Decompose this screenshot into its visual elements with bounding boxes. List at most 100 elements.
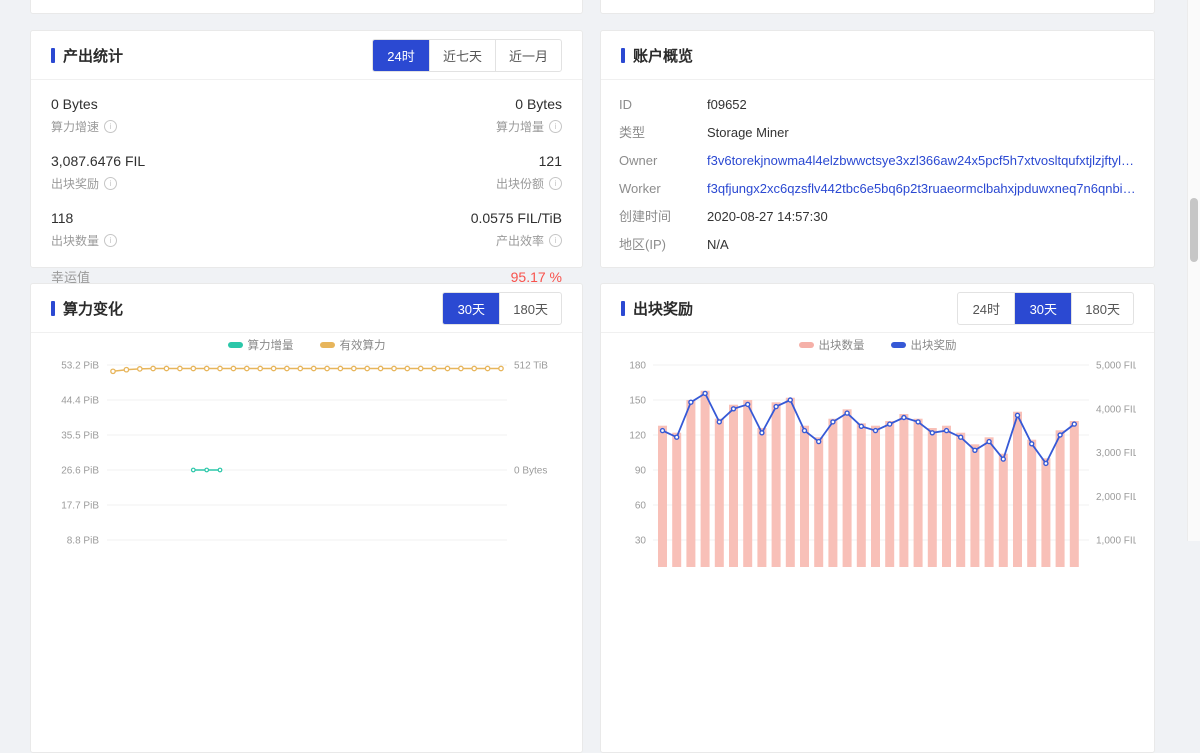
info-icon[interactable]: i [549, 177, 562, 190]
page-scrollbar-track[interactable] [1187, 0, 1200, 541]
stat-value: 0 Bytes [496, 96, 562, 112]
power-change-header: 算力变化 30天 180天 [31, 284, 582, 333]
svg-text:60: 60 [635, 501, 647, 512]
info-icon[interactable]: i [549, 120, 562, 133]
legend-block-rewards[interactable]: 出块奖励 [891, 337, 957, 353]
svg-text:120: 120 [629, 431, 646, 442]
output-stats-header: 产出统计 24时 近七天 近一月 [31, 31, 582, 80]
legend-block-count[interactable]: 出块数量 [799, 337, 865, 353]
tab-7d[interactable]: 近七天 [429, 40, 495, 71]
rewards-chart-legend: 出块数量 出块奖励 [621, 337, 1134, 353]
account-row-owner: Owner f3v6torekjnowma4l4elzbwwctsye3xzl3… [619, 153, 1136, 168]
legend-swatch [891, 342, 906, 348]
rewards-range-tabs: 24时 30天 180天 [957, 292, 1134, 325]
account-row-region: 地区(IP) N/A [619, 237, 1136, 252]
region-ip-value: N/A [707, 237, 729, 252]
stat-value: 118 [51, 210, 117, 226]
svg-text:512 TiB: 512 TiB [514, 361, 548, 372]
block-rewards-title-text: 出块奖励 [633, 298, 693, 319]
miner-id-value: f09652 [707, 97, 747, 112]
stat-value: 0 Bytes [51, 96, 117, 112]
account-row-type: 类型 Storage Miner [619, 125, 1136, 140]
account-overview-title-text: 账户概览 [633, 45, 693, 66]
account-overview-header: 账户概览 [601, 31, 1154, 80]
info-icon[interactable]: i [104, 177, 117, 190]
tab-24h[interactable]: 24时 [958, 293, 1014, 324]
owner-address-link[interactable]: f3v6torekjnowma4l4elzbwwctsye3xzl366aw24… [707, 153, 1136, 168]
partial-cards-row [30, 0, 1155, 14]
power-change-title-text: 算力变化 [63, 298, 123, 319]
legend-power-increment[interactable]: 算力增量 [228, 337, 294, 353]
account-overview-title: 账户概览 [621, 45, 693, 66]
page-scrollbar-thumb[interactable] [1190, 198, 1198, 262]
stat-output-efficiency: 0.0575 FIL/TiB 产出效率 i [471, 210, 562, 249]
power-chart-legend: 算力增量 有效算力 [51, 337, 562, 353]
rewards-chart-body: 出块数量 出块奖励 1801501209060305,000 FIL4,000 … [601, 333, 1154, 572]
svg-text:0 Bytes: 0 Bytes [514, 466, 547, 477]
legend-swatch [320, 342, 335, 348]
svg-text:180: 180 [629, 361, 646, 372]
stat-label: 产出效率 [496, 232, 544, 249]
power-change-card: 算力变化 30天 180天 算力增量 有效算力 [30, 283, 583, 753]
card-partial-top-right [600, 0, 1155, 14]
tab-30d[interactable]: 30天 [443, 293, 499, 324]
tab-30d[interactable]: 近一月 [495, 40, 561, 71]
account-row-id: ID f09652 [619, 97, 1136, 112]
tab-180d[interactable]: 180天 [1071, 293, 1133, 324]
stat-label: 算力增速 [51, 118, 99, 135]
legend-label: 算力增量 [248, 337, 294, 353]
legend-label: 出块奖励 [911, 337, 957, 353]
stat-label: 出块数量 [51, 232, 99, 249]
power-chart: 53.2 PiB44.4 PiB35.5 PiB26.6 PiB17.7 PiB… [51, 355, 562, 572]
tab-30d[interactable]: 30天 [1014, 293, 1071, 324]
legend-effective-power[interactable]: 有效算力 [320, 337, 386, 353]
svg-text:53.2 PiB: 53.2 PiB [61, 361, 99, 372]
stat-power-increment: 0 Bytes 算力增量 i [496, 96, 562, 135]
legend-swatch [799, 342, 814, 348]
svg-text:8.8 PiB: 8.8 PiB [67, 536, 100, 547]
output-stats-title: 产出统计 [51, 45, 123, 66]
output-stats-range-tabs: 24时 近七天 近一月 [372, 39, 562, 72]
stat-block-rewards: 3,087.6476 FIL 出块奖励i [51, 153, 145, 192]
block-rewards-card: 出块奖励 24时 30天 180天 出块数量 出块奖励 [600, 283, 1155, 753]
account-row-worker: Worker f3qfjungx2xc6qzsflv442tbc6e5bq6p2… [619, 181, 1136, 196]
info-icon[interactable]: i [549, 234, 562, 247]
account-overview-card: 账户概览 ID f09652 类型 Storage Miner Owner f3… [600, 30, 1155, 268]
output-stats-card: 产出统计 24时 近七天 近一月 0 Bytes 算力增速 i 0 Bytes [30, 30, 583, 268]
svg-text:44.4 PiB: 44.4 PiB [61, 396, 99, 407]
miner-type-value: Storage Miner [707, 125, 789, 140]
tab-24h[interactable]: 24时 [373, 40, 429, 71]
stat-block-share: 121 出块份额 i [496, 153, 562, 192]
svg-text:150: 150 [629, 396, 646, 407]
stat-block-count: 118 出块数量 i [51, 210, 117, 249]
tab-180d[interactable]: 180天 [499, 293, 561, 324]
account-label: Owner [619, 153, 707, 168]
stat-value: 121 [496, 153, 562, 169]
row-summary: 产出统计 24时 近七天 近一月 0 Bytes 算力增速 i 0 Bytes [30, 30, 1155, 268]
svg-text:90: 90 [635, 466, 647, 477]
worker-address-link[interactable]: f3qfjungx2xc6qzsflv442tbc6e5bq6p2t3ruaeo… [707, 181, 1136, 196]
svg-text:4,000 FIL: 4,000 FIL [1096, 404, 1136, 415]
svg-text:2,000 FIL: 2,000 FIL [1096, 492, 1136, 503]
card-partial-top-left [30, 0, 583, 14]
svg-text:17.7 PiB: 17.7 PiB [61, 501, 99, 512]
legend-label: 有效算力 [340, 337, 386, 353]
account-row-created: 创建时间 2020-08-27 14:57:30 [619, 209, 1136, 224]
svg-text:3,000 FIL: 3,000 FIL [1096, 448, 1136, 459]
info-icon[interactable]: i [104, 234, 117, 247]
info-icon[interactable]: i [104, 120, 117, 133]
block-rewards-header: 出块奖励 24时 30天 180天 [601, 284, 1154, 333]
svg-text:35.5 PiB: 35.5 PiB [61, 431, 99, 442]
power-range-tabs: 30天 180天 [442, 292, 562, 325]
stat-label: 算力增量 [496, 118, 544, 135]
svg-text:30: 30 [635, 536, 647, 547]
created-time-value: 2020-08-27 14:57:30 [707, 209, 828, 224]
stat-label: 出块奖励 [51, 175, 99, 192]
stat-value: 0.0575 FIL/TiB [471, 210, 562, 226]
account-label: 创建时间 [619, 209, 707, 224]
stat-label: 出块份额 [496, 175, 544, 192]
stat-power-growth-rate: 0 Bytes 算力增速 i [51, 96, 117, 135]
stat-row: 3,087.6476 FIL 出块奖励i 121 出块份额i [51, 153, 562, 192]
legend-label: 出块数量 [819, 337, 865, 353]
stat-row: 0 Bytes 算力增速 i 0 Bytes 算力增量 i [51, 96, 562, 135]
